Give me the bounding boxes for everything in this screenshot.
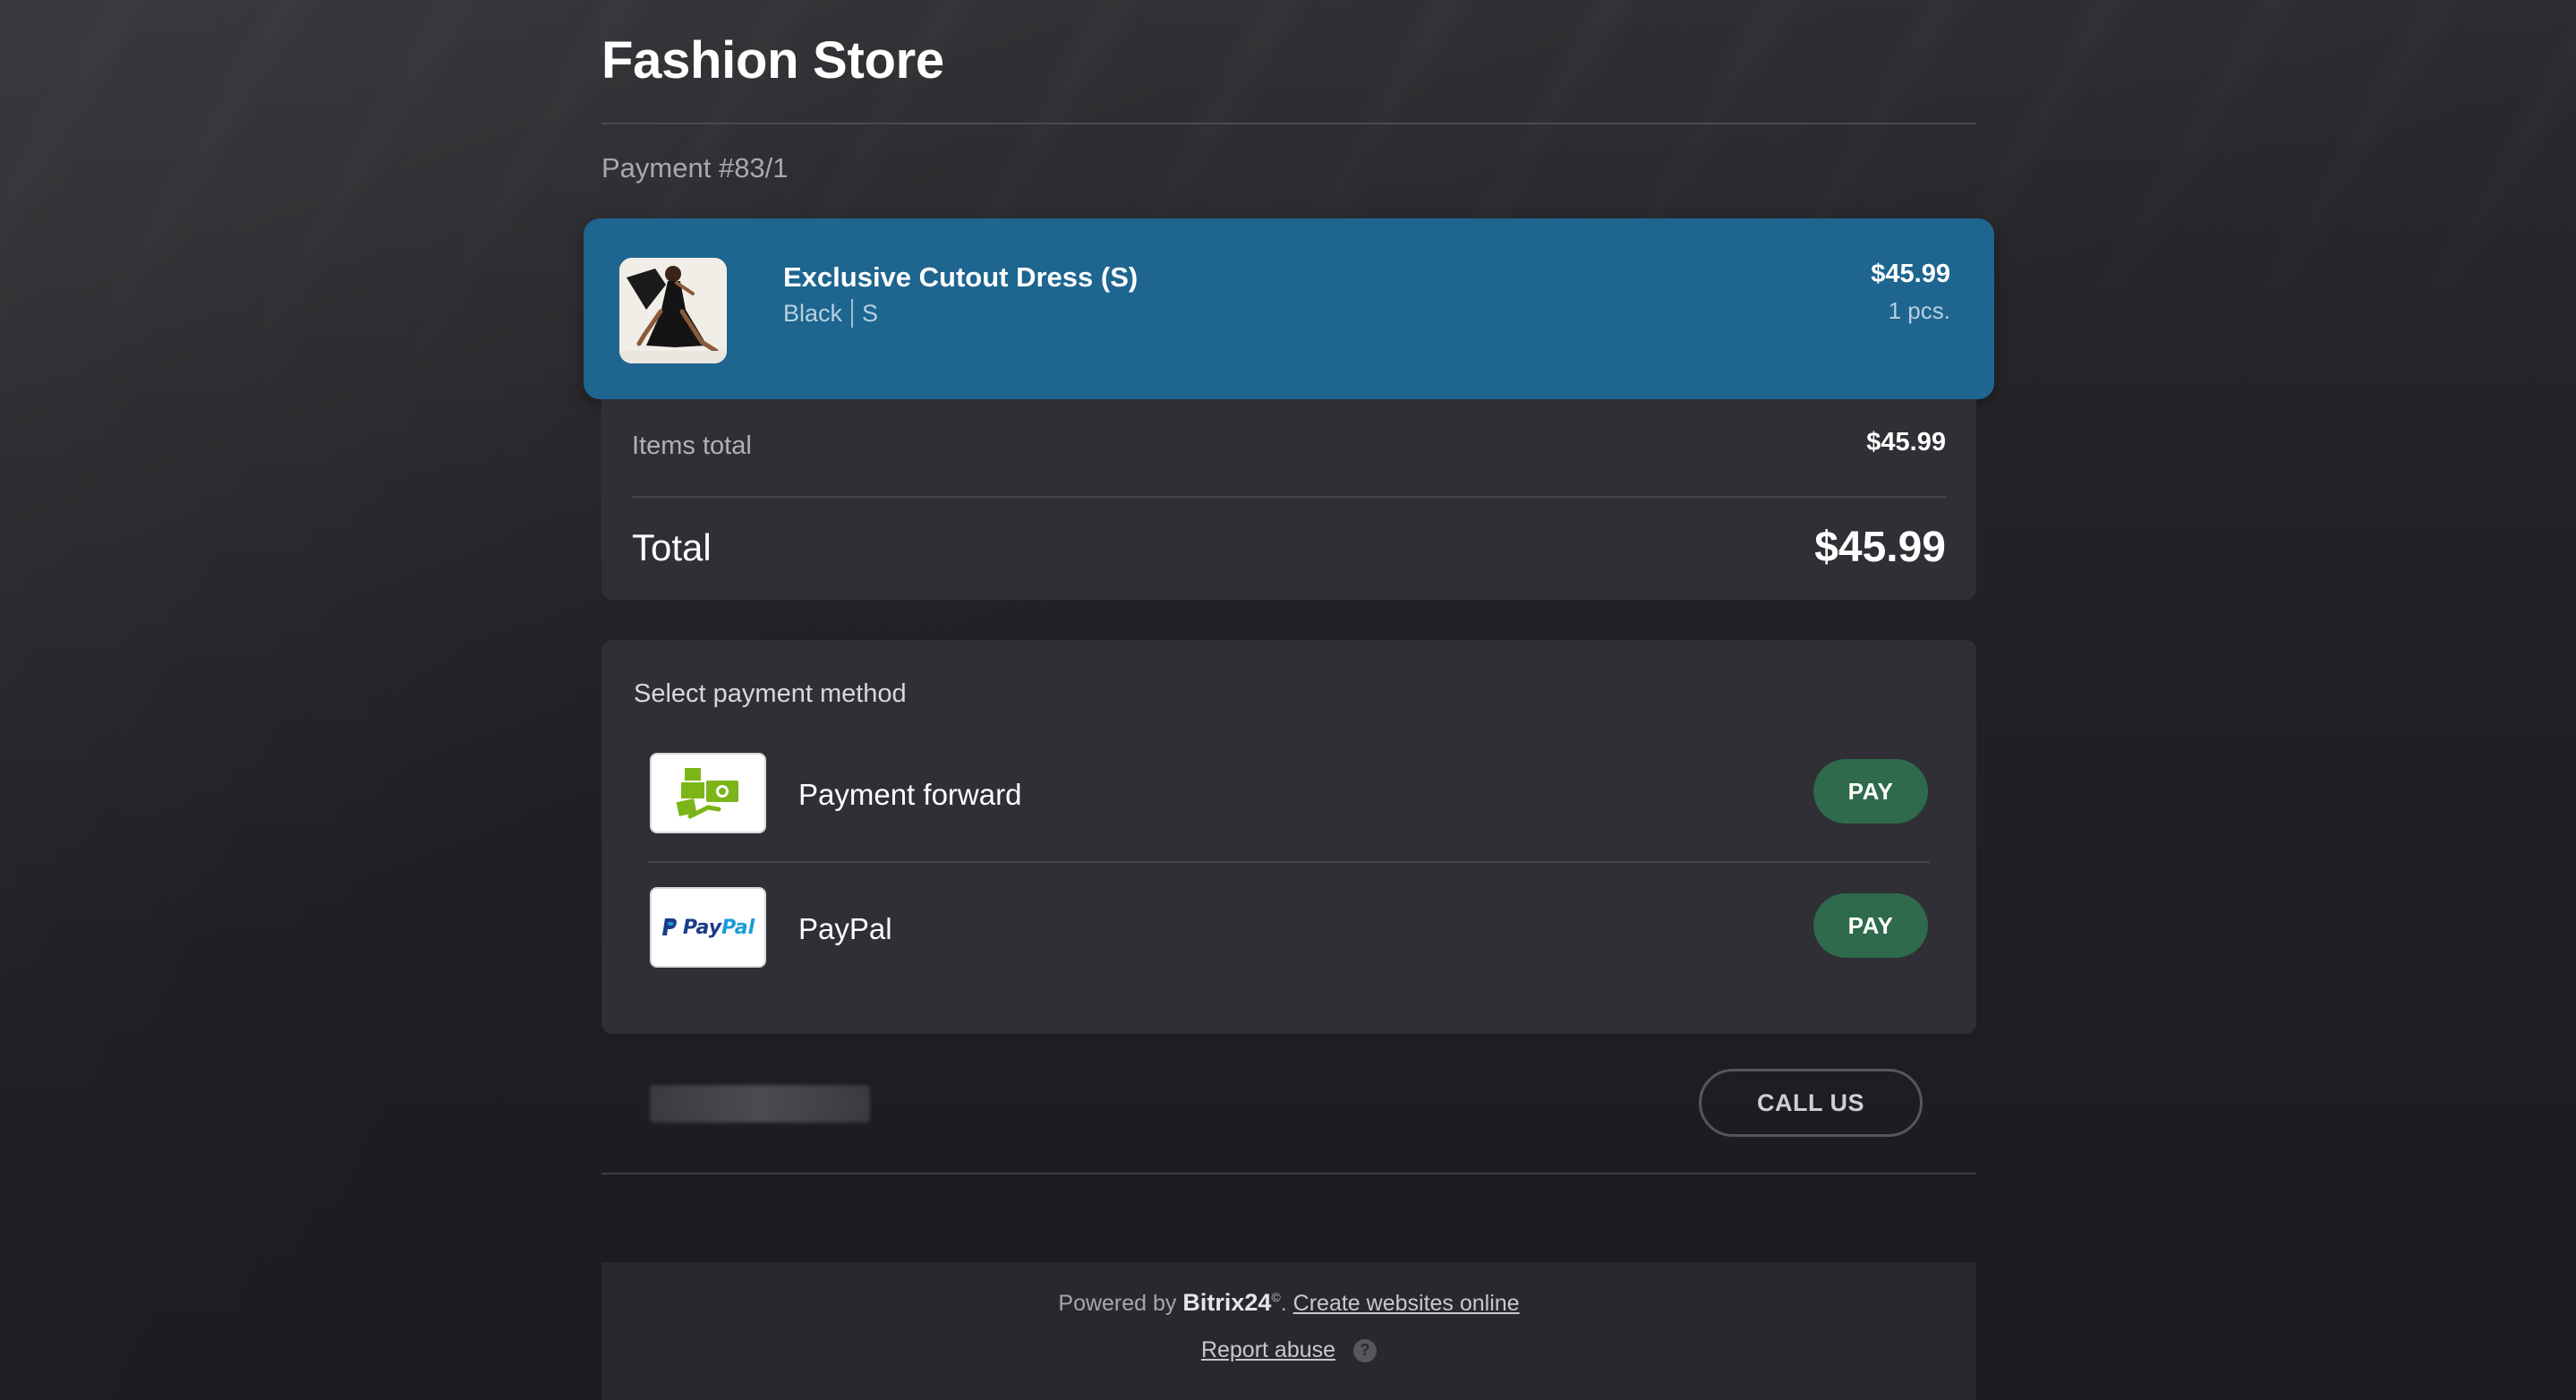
pay-forward-button[interactable]: PAY — [1813, 759, 1928, 824]
total-label: Total — [632, 526, 712, 568]
contact-phone-redacted — [650, 1085, 870, 1123]
payment-heading: Select payment method — [634, 679, 907, 708]
report-line: Report abuse ? — [601, 1337, 1976, 1363]
powered-prefix: Powered by — [1058, 1291, 1177, 1316]
total-value: $45.99 — [1814, 524, 1946, 571]
powered-by-footer: Powered by Bitrix24©. Create websites on… — [601, 1262, 1976, 1400]
cash-boxes-icon — [650, 753, 766, 833]
pay-paypal-button[interactable]: PAY — [1813, 893, 1928, 958]
dress-photo-icon — [619, 258, 727, 363]
paypal-logo-icon: PayPal — [650, 887, 766, 968]
totals-divider — [632, 496, 1946, 498]
items-total-value: $45.99 — [1866, 428, 1946, 457]
payment-number: Payment #83/1 — [601, 152, 789, 184]
method-divider — [648, 861, 1930, 863]
payment-method-forward[interactable]: Payment forward PAY — [650, 744, 1928, 842]
variant-separator — [851, 299, 854, 328]
product-color: Black — [783, 299, 843, 327]
call-us-button[interactable]: CALL US — [1699, 1069, 1923, 1137]
help-icon[interactable]: ? — [1353, 1338, 1378, 1362]
items-total-label: Items total — [632, 431, 752, 460]
product-variant: Black S — [783, 299, 878, 328]
product-name: Exclusive Cutout Dress (S) — [783, 261, 1139, 293]
product-image[interactable] — [619, 258, 727, 363]
store-title: Fashion Store — [601, 31, 944, 90]
product-price: $45.99 — [1871, 260, 1950, 288]
product-card: Exclusive Cutout Dress (S) Black S $45.9… — [584, 218, 1994, 399]
footer-divider — [601, 1173, 1976, 1174]
product-size: S — [862, 299, 879, 327]
method-name-paypal: PayPal — [798, 912, 892, 945]
create-websites-link[interactable]: Create websites online — [1293, 1291, 1520, 1316]
payment-methods-panel: Select payment method Payment forward PA… — [601, 640, 1976, 1034]
payment-method-paypal[interactable]: PayPal PayPal PAY — [650, 878, 1928, 977]
powered-by-line: Powered by Bitrix24©. Create websites on… — [1058, 1289, 1520, 1316]
report-abuse-link[interactable]: Report abuse — [1201, 1337, 1335, 1363]
title-divider — [601, 123, 1976, 124]
bitrix24-logo[interactable]: Bitrix24© — [1182, 1289, 1280, 1316]
totals-panel: Items total $45.99 Total $45.99 — [601, 399, 1976, 600]
method-name-forward: Payment forward — [798, 778, 1022, 811]
product-quantity: 1 pcs. — [1888, 297, 1950, 324]
